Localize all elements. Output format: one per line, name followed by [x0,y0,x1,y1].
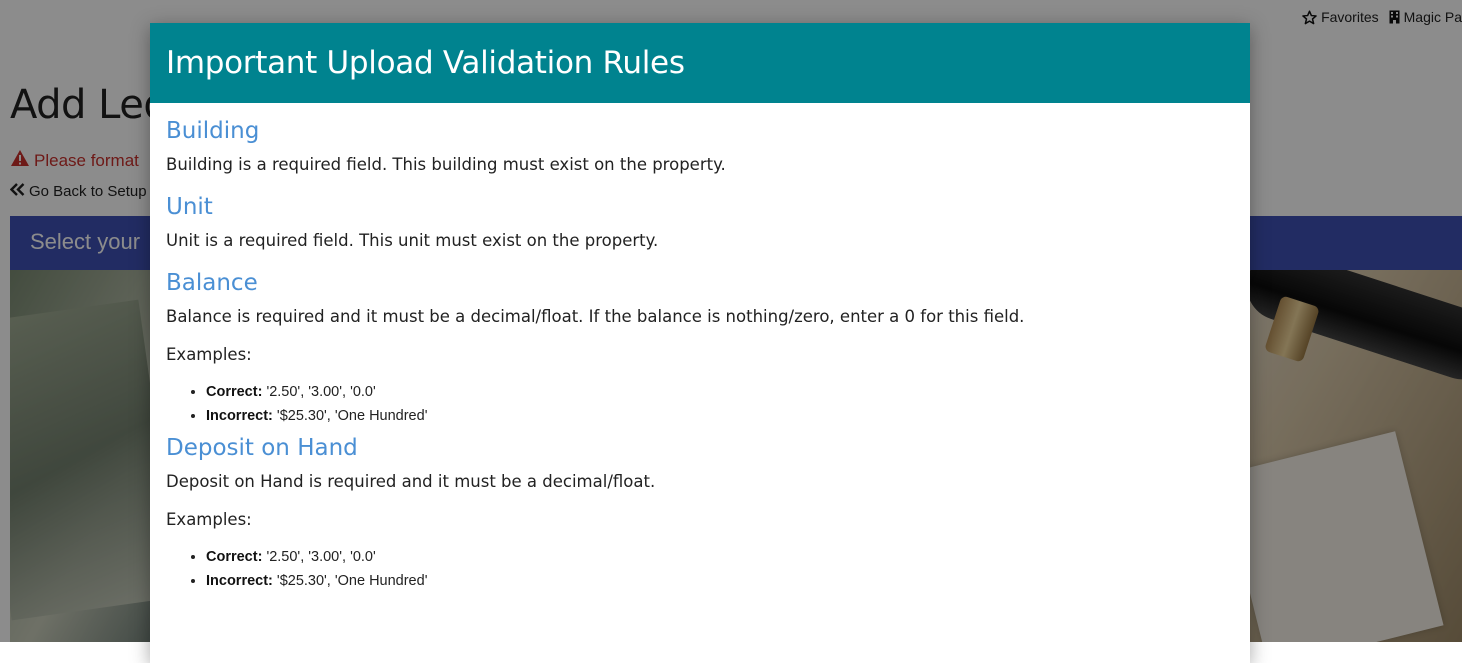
rule-unit: Unit Unit is a required field. This unit… [166,193,1234,251]
example-incorrect: Incorrect: '$25.30', 'One Hundred' [206,569,1234,593]
incorrect-label: Incorrect: [206,408,273,424]
example-incorrect: Incorrect: '$25.30', 'One Hundred' [206,404,1234,428]
examples-list: Correct: '2.50', '3.00', '0.0' Incorrect… [166,380,1234,428]
example-correct: Correct: '2.50', '3.00', '0.0' [206,380,1234,404]
correct-label: Correct: [206,549,263,565]
incorrect-values: '$25.30', 'One Hundred' [276,408,428,424]
incorrect-label: Incorrect: [206,573,273,589]
modal-body: Building Building is a required field. T… [150,103,1250,593]
rule-description: Unit is a required field. This unit must… [166,231,659,250]
rule-building: Building Building is a required field. T… [166,117,1234,175]
rule-description: Building is a required field. This build… [166,155,726,174]
examples-list: Correct: '2.50', '3.00', '0.0' Incorrect… [166,545,1234,593]
correct-label: Correct: [206,384,263,400]
rule-heading: Balance [166,270,258,296]
rule-description: Deposit on Hand is required and it must … [166,472,656,491]
examples-label: Examples: [166,510,252,529]
rule-balance: Balance Balance is required and it must … [166,269,1234,428]
rule-description: Balance is required and it must be a dec… [166,307,1025,326]
incorrect-values: '$25.30', 'One Hundred' [276,573,428,589]
examples-label: Examples: [166,345,252,364]
rule-deposit-on-hand: Deposit on Hand Deposit on Hand is requi… [166,434,1234,593]
rule-heading: Deposit on Hand [166,435,358,461]
correct-values: '2.50', '3.00', '0.0' [266,549,376,565]
example-correct: Correct: '2.50', '3.00', '0.0' [206,545,1234,569]
modal-title: Important Upload Validation Rules [166,45,685,81]
modal-header: Important Upload Validation Rules [150,23,1250,103]
rule-heading: Building [166,118,260,144]
correct-values: '2.50', '3.00', '0.0' [266,384,376,400]
rule-heading: Unit [166,194,213,220]
validation-rules-modal: Important Upload Validation Rules Buildi… [150,23,1250,663]
